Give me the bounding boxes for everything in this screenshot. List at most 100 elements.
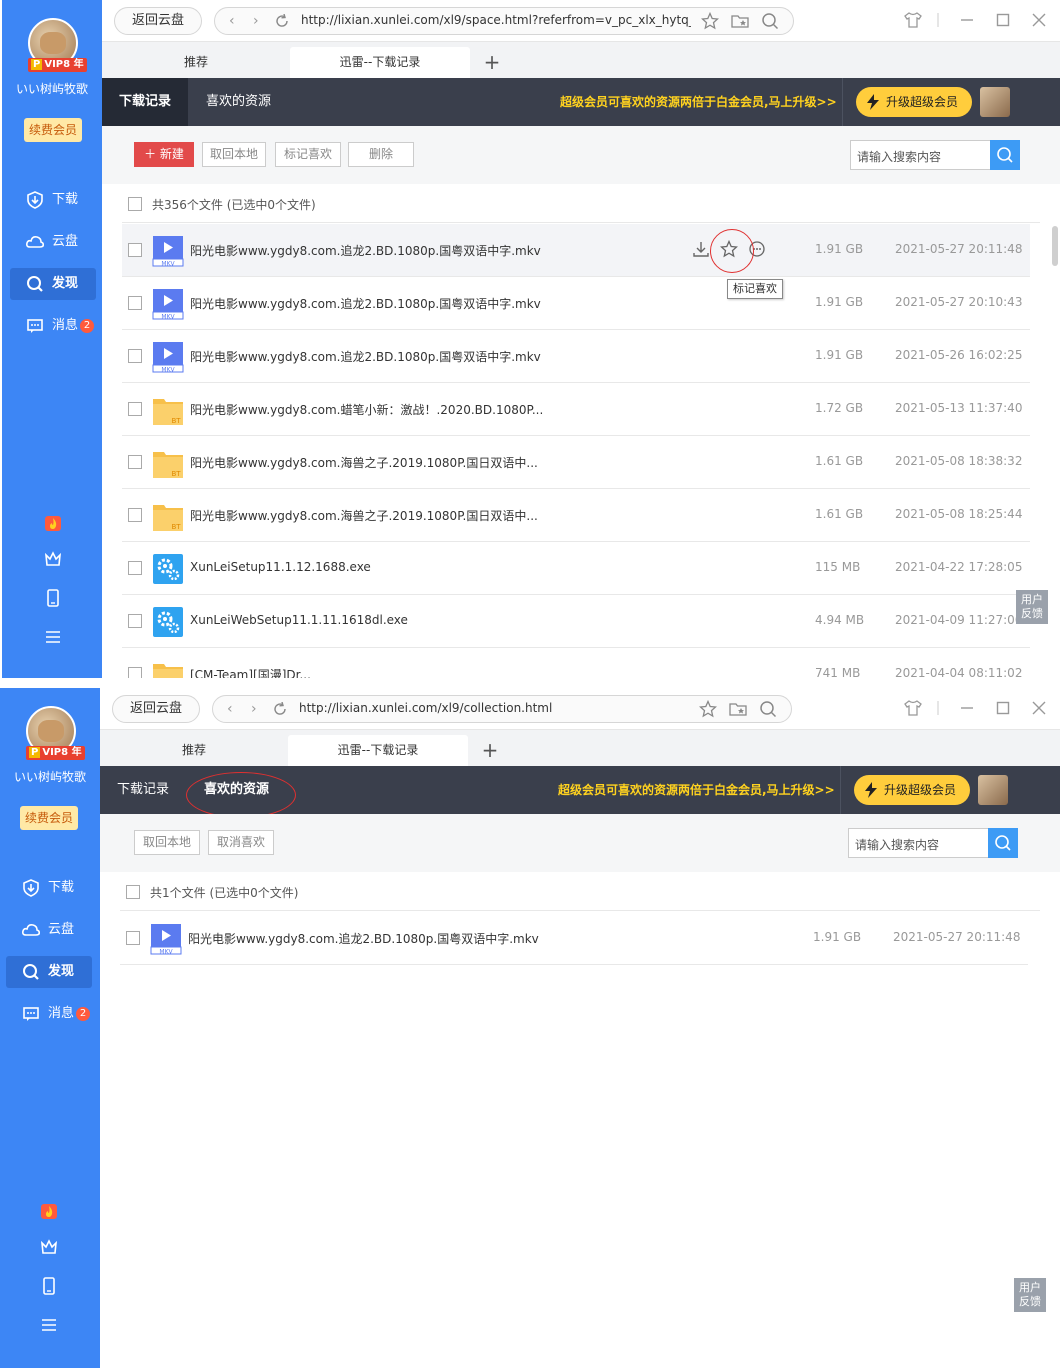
search-box[interactable]: 请输入搜索内容 (848, 828, 1018, 858)
row-checkbox[interactable] (128, 243, 142, 257)
folder-bookmark-icon[interactable] (729, 700, 747, 718)
refresh-icon[interactable] (273, 702, 287, 716)
search-button[interactable] (990, 140, 1020, 170)
file-name[interactable]: 阳光电影www.ygdy8.com.海兽之子.2019.1080P.国日双语中.… (190, 454, 538, 471)
retrieve-local-button[interactable]: 取回本地 (202, 142, 266, 167)
row-checkbox[interactable] (128, 296, 142, 310)
delete-button[interactable]: 删除 (348, 142, 414, 167)
renew-vip-button[interactable]: 续费会员 (20, 806, 78, 830)
sidebar-item-discover[interactable]: 发现 (6, 956, 92, 988)
search-button[interactable] (988, 828, 1018, 858)
file-name[interactable]: XunLeiWebSetup11.1.11.1618dl.exe (190, 613, 408, 627)
skin-shirt-icon[interactable] (903, 699, 923, 717)
mark-like-button[interactable]: 标记喜欢 (275, 142, 341, 167)
new-button[interactable]: ＋ 新建 (134, 142, 194, 167)
file-row[interactable]: MKV 阳光电影www.ygdy8.com.追龙2.BD.1080p.国粤双语中字… (122, 330, 1030, 383)
search-input[interactable]: 请输入搜索内容 (857, 148, 941, 165)
file-name[interactable]: 阳光电影www.ygdy8.com.追龙2.BD.1080p.国粤双语中字.mk… (188, 930, 539, 947)
refresh-icon[interactable] (275, 14, 289, 28)
address-bar[interactable]: ‹ › http://lixian.xunlei.com/xl9/collect… (212, 695, 792, 723)
upgrade-super-vip-button[interactable]: 升级超级会员 (854, 775, 970, 805)
file-name[interactable]: 阳光电影www.ygdy8.com.海兽之子.2019.1080P.国日双语中.… (190, 507, 538, 524)
fire-icon[interactable] (44, 514, 62, 532)
file-row[interactable]: BT 阳光电影www.ygdy8.com.海兽之子.2019.1080P.国日双语… (122, 489, 1030, 542)
scrollbar[interactable] (1052, 226, 1058, 266)
sidebar-item-cloud[interactable]: 云盘 (6, 914, 92, 946)
row-checkbox[interactable] (128, 349, 142, 363)
sidebar-item-download[interactable]: 下载 (10, 184, 96, 216)
close-icon[interactable] (1032, 701, 1046, 715)
file-row[interactable]: BT 阳光电影www.ygdy8.com.蜡笔小新：激战！.2020.BD.108… (122, 383, 1030, 436)
fire-icon[interactable] (40, 1202, 58, 1220)
user-avatar-small[interactable] (978, 775, 1008, 805)
file-row[interactable]: BT [CM-Team][国漫]Dr... 741 MB 2021-04-04 08:… (122, 648, 1030, 678)
sidebar-item-discover[interactable]: 发现 (10, 268, 96, 300)
tab-recommend[interactable]: 推荐 (142, 47, 250, 78)
forward-arrow-icon[interactable]: › (253, 13, 259, 29)
promo-link[interactable]: 超级会员可喜欢的资源两倍于白金会员,马上升级>> (558, 766, 835, 814)
retrieve-local-button[interactable]: 取回本地 (134, 830, 200, 855)
file-name[interactable]: 阳光电影www.ygdy8.com.追龙2.BD.1080p.国粤双语中字.mk… (190, 295, 541, 312)
crown-icon[interactable] (40, 1238, 58, 1256)
menu-icon[interactable] (44, 628, 62, 646)
user-feedback-button[interactable]: 用户 反馈 (1016, 590, 1048, 624)
new-tab-button[interactable]: + (478, 735, 502, 766)
file-row[interactable]: MKV 阳光电影www.ygdy8.com.追龙2.BD.1080p.国粤双语中字… (120, 912, 1028, 965)
tab-download-records[interactable]: 迅雷--下载记录 (288, 735, 468, 766)
tab-download-records[interactable]: 迅雷--下载记录 (290, 47, 470, 78)
search-input[interactable]: 请输入搜索内容 (855, 836, 939, 853)
back-arrow-icon[interactable]: ‹ (229, 13, 235, 29)
row-checkbox[interactable] (128, 614, 142, 628)
file-name[interactable]: 阳光电影www.ygdy8.com.追龙2.BD.1080p.国粤双语中字.mk… (190, 348, 541, 365)
user-feedback-button[interactable]: 用户 反馈 (1014, 1278, 1046, 1312)
back-arrow-icon[interactable]: ‹ (227, 701, 233, 717)
file-name[interactable]: XunLeiSetup11.1.12.1688.exe (190, 560, 371, 574)
address-bar[interactable]: ‹ › http://lixian.xunlei.com/xl9/space.h… (214, 7, 794, 35)
tab-favorite-resources[interactable]: 喜欢的资源 (206, 78, 271, 126)
select-all-checkbox[interactable] (128, 197, 142, 211)
crown-icon[interactable] (44, 550, 62, 568)
sidebar-item-messages[interactable]: 消息 2 (10, 310, 96, 342)
sidebar-item-messages[interactable]: 消息 2 (6, 998, 92, 1030)
promo-link[interactable]: 超级会员可喜欢的资源两倍于白金会员,马上升级>> (560, 78, 837, 126)
phone-icon[interactable] (40, 1277, 58, 1295)
star-bookmark-icon[interactable] (699, 699, 718, 718)
tab-recommend[interactable]: 推荐 (140, 735, 248, 766)
skin-shirt-icon[interactable] (903, 11, 923, 29)
maximize-icon[interactable] (996, 701, 1010, 715)
file-name[interactable]: [CM-Team][国漫]Dr... (190, 666, 311, 678)
sidebar-item-cloud[interactable]: 云盘 (10, 226, 96, 258)
row-checkbox[interactable] (128, 561, 142, 575)
close-icon[interactable] (1032, 13, 1046, 27)
back-to-cloud-button[interactable]: 返回云盘 (112, 695, 200, 723)
row-checkbox[interactable] (128, 402, 142, 416)
minimize-icon[interactable] (960, 13, 974, 27)
file-name[interactable]: 阳光电影www.ygdy8.com.追龙2.BD.1080p.国粤双语中字.mk… (190, 242, 541, 259)
tab-download-records-section[interactable]: 下载记录 (100, 766, 186, 814)
file-name[interactable]: 阳光电影www.ygdy8.com.蜡笔小新：激战！.2020.BD.1080P… (190, 401, 543, 418)
row-checkbox[interactable] (126, 931, 140, 945)
file-row[interactable]: XunLeiSetup11.1.12.1688.exe 115 MB 2021-04… (122, 542, 1030, 595)
search-icon[interactable] (759, 700, 777, 718)
search-box[interactable]: 请输入搜索内容 (850, 140, 1020, 170)
file-row[interactable]: BT 阳光电影www.ygdy8.com.海兽之子.2019.1080P.国日双语… (122, 436, 1030, 489)
unlike-button[interactable]: 取消喜欢 (208, 830, 274, 855)
file-row[interactable]: MKV 阳光电影www.ygdy8.com.追龙2.BD.1080p.国粤双语中字… (122, 224, 1030, 277)
folder-bookmark-icon[interactable] (731, 12, 749, 30)
tab-download-records-section[interactable]: 下载记录 (102, 78, 188, 126)
user-avatar-small[interactable] (980, 87, 1010, 117)
search-icon[interactable] (761, 12, 779, 30)
row-checkbox[interactable] (128, 508, 142, 522)
file-row[interactable]: MKV 阳光电影www.ygdy8.com.追龙2.BD.1080p.国粤双语中字… (122, 277, 1030, 330)
phone-icon[interactable] (44, 589, 62, 607)
sidebar-item-download[interactable]: 下载 (6, 872, 92, 904)
upgrade-super-vip-button[interactable]: 升级超级会员 (856, 87, 972, 117)
maximize-icon[interactable] (996, 13, 1010, 27)
menu-icon[interactable] (40, 1316, 58, 1334)
select-all-checkbox[interactable] (126, 885, 140, 899)
download-icon[interactable] (692, 240, 710, 258)
file-row[interactable]: XunLeiWebSetup11.1.11.1618dl.exe 4.94 MB 2… (122, 595, 1030, 648)
star-bookmark-icon[interactable] (701, 11, 720, 30)
row-checkbox[interactable] (128, 455, 142, 469)
forward-arrow-icon[interactable]: › (251, 701, 257, 717)
